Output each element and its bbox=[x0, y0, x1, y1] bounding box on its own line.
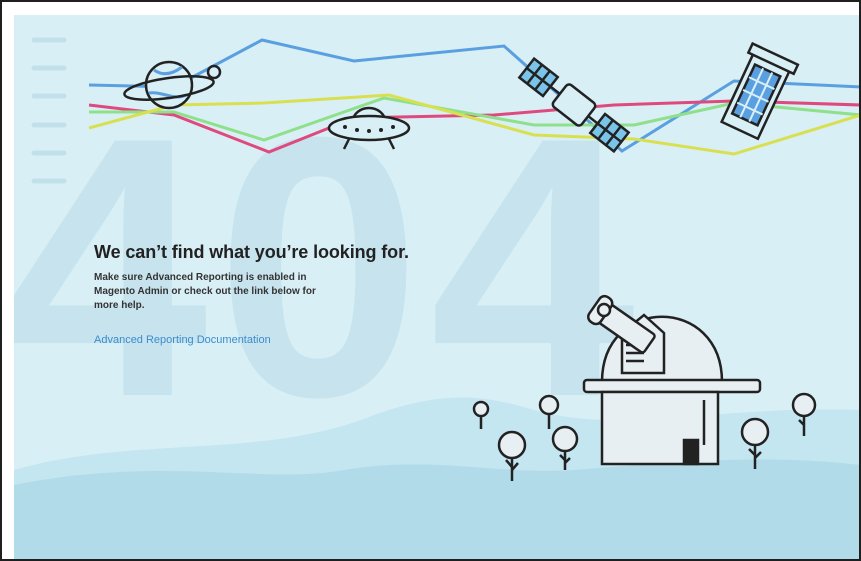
error-message: We can’t find what you’re looking for. M… bbox=[94, 242, 454, 348]
error-headline: We can’t find what you’re looking for. bbox=[94, 242, 409, 262]
error-description: Make sure Advanced Reporting is enabled … bbox=[94, 272, 316, 311]
hill-front bbox=[14, 459, 859, 559]
page-frame: 404 We can’t find what you’re looking fo… bbox=[0, 0, 861, 561]
space-phone-booth-icon bbox=[719, 41, 800, 141]
advanced-reporting-documentation-link[interactable]: Advanced Reporting Documentation bbox=[94, 334, 271, 346]
error-page-background: 404 We can’t find what you’re looking fo… bbox=[14, 15, 859, 559]
